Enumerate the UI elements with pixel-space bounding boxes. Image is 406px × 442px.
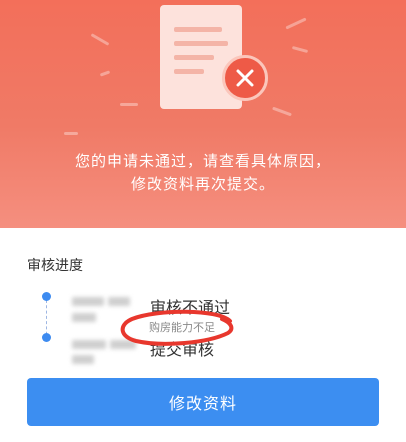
timeline-dot	[42, 292, 51, 301]
decor-dash	[291, 45, 309, 54]
decor-dash	[285, 17, 307, 30]
redacted-date	[72, 355, 94, 364]
rejection-message-line2: 修改资料再次提交。	[130, 175, 275, 193]
redacted-date	[72, 313, 96, 322]
edit-info-button[interactable]: 修改资料	[27, 378, 379, 426]
decor-dash	[272, 106, 292, 117]
rejection-message: 您的申请未通过，请查看具体原因， 修改资料再次提交。	[0, 150, 406, 196]
redacted-time	[108, 297, 130, 306]
rejection-banner: 您的申请未通过，请查看具体原因， 修改资料再次提交。	[0, 0, 406, 228]
annotation-circle	[120, 309, 234, 346]
decor-dash	[120, 103, 138, 106]
section-title: 审核进度	[27, 258, 83, 274]
redacted-date	[72, 340, 106, 349]
rejection-message-line1: 您的申请未通过，请查看具体原因，	[74, 152, 331, 170]
decor-dash	[64, 132, 78, 135]
close-icon	[222, 55, 268, 101]
timeline-dot	[42, 333, 51, 342]
redacted-date	[72, 297, 104, 306]
decor-dash	[90, 33, 110, 46]
decor-dash	[99, 70, 111, 77]
